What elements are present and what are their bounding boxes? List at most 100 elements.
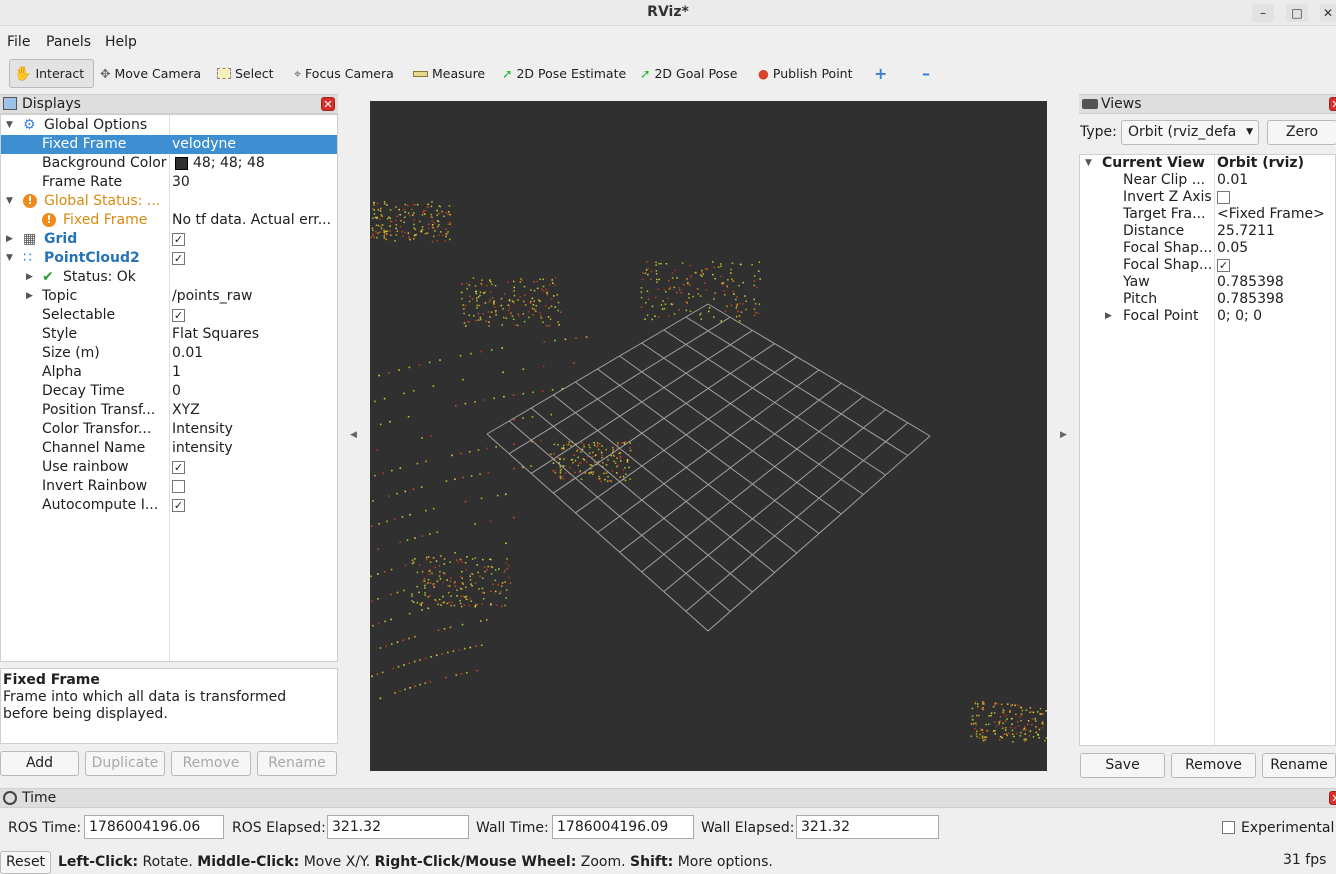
tree-row-grid[interactable]: ▶ ▦ Grid ✓ — [1, 230, 337, 249]
rename-button[interactable]: Rename — [257, 751, 337, 776]
view-value[interactable]: 0.785398 — [1217, 291, 1335, 308]
tree-row-autocompute[interactable]: Autocompute I... ✓ — [1, 496, 337, 515]
3d-viewport[interactable] — [370, 101, 1047, 771]
expand-arrow-icon[interactable]: ▼ — [6, 249, 13, 268]
view-value[interactable]: 0.05 — [1217, 240, 1335, 257]
use-rainbow-checkbox[interactable]: ✓ — [172, 461, 185, 474]
add-tool-button[interactable]: + — [870, 59, 891, 88]
view-row-yaw[interactable]: Yaw 0.785398 — [1080, 274, 1335, 291]
tree-row-channel-name[interactable]: Channel Name intensity — [1, 439, 337, 458]
tree-value[interactable]: Flat Squares — [172, 325, 337, 344]
view-row-focal-shape-size[interactable]: Focal Shap... 0.05 — [1080, 240, 1335, 257]
focus-camera-tool[interactable]: ⌖ Focus Camera — [290, 59, 398, 88]
rename-view-button[interactable]: Rename — [1262, 753, 1336, 778]
view-row-target-frame[interactable]: Target Fra... <Fixed Frame> — [1080, 206, 1335, 223]
tree-row-decay-time[interactable]: Decay Time 0 — [1, 382, 337, 401]
ros-elapsed-field[interactable]: 321.32 — [327, 815, 469, 839]
remove-button[interactable]: Remove — [171, 751, 251, 776]
publish-point-tool[interactable]: ● Publish Point — [754, 59, 857, 88]
view-value[interactable]: 25.7211 — [1217, 223, 1335, 240]
tree-row-background-color[interactable]: Background Color 48; 48; 48 — [1, 154, 337, 173]
view-value[interactable]: 0.01 — [1217, 172, 1335, 189]
wall-elapsed-field[interactable]: 321.32 — [796, 815, 939, 839]
tree-row-fixed-frame-status[interactable]: ! Fixed Frame No tf data. Actual err... — [1, 211, 337, 230]
interact-tool[interactable]: ✋ Interact — [9, 59, 94, 88]
menu-file[interactable]: File — [7, 34, 30, 50]
tree-row-global-options[interactable]: ▼ ⚙ Global Options — [1, 116, 337, 135]
reset-button[interactable]: Reset — [0, 851, 51, 874]
pose-estimate-tool[interactable]: ➚ 2D Pose Estimate — [498, 59, 630, 88]
view-value[interactable]: <Fixed Frame> — [1217, 206, 1335, 223]
tree-value[interactable]: intensity — [172, 439, 337, 458]
pointcloud-enabled-checkbox[interactable]: ✓ — [172, 252, 185, 265]
tree-value[interactable]: 0 — [172, 382, 337, 401]
view-value[interactable]: 0; 0; 0 — [1217, 308, 1335, 325]
tree-value[interactable]: /points_raw — [172, 287, 337, 306]
goal-pose-tool[interactable]: ➚ 2D Goal Pose — [636, 59, 741, 88]
left-splitter-arrow-icon[interactable]: ◀ — [350, 430, 357, 440]
expand-arrow-icon[interactable]: ▼ — [6, 116, 13, 135]
tree-value[interactable]: 30 — [172, 173, 337, 192]
remove-tool-button[interactable]: – — [918, 59, 934, 88]
zero-button[interactable]: Zero — [1267, 120, 1336, 145]
selectable-checkbox[interactable]: ✓ — [172, 309, 185, 322]
tree-value[interactable]: 1 — [172, 363, 337, 382]
view-row-near-clip[interactable]: Near Clip ... 0.01 — [1080, 172, 1335, 189]
invert-z-checkbox[interactable] — [1217, 191, 1230, 204]
tree-row-selectable[interactable]: Selectable ✓ — [1, 306, 337, 325]
tree-row-style[interactable]: Style Flat Squares — [1, 325, 337, 344]
tree-value[interactable]: 0.01 — [172, 344, 337, 363]
collapse-arrow-icon[interactable]: ▶ — [6, 230, 13, 249]
close-icon[interactable]: ✕ — [1320, 4, 1336, 22]
view-row-focal-shape-fixed[interactable]: Focal Shap... ✓ — [1080, 257, 1335, 274]
view-value[interactable]: 0.785398 — [1217, 274, 1335, 291]
save-view-button[interactable]: Save — [1080, 753, 1165, 778]
invert-rainbow-checkbox[interactable] — [172, 480, 185, 493]
view-row-invert-z[interactable]: Invert Z Axis — [1080, 189, 1335, 206]
collapse-arrow-icon[interactable]: ▶ — [26, 268, 33, 287]
collapse-arrow-icon[interactable]: ▶ — [26, 287, 33, 306]
autocompute-checkbox[interactable]: ✓ — [172, 499, 185, 512]
add-button[interactable]: Add — [0, 751, 79, 776]
move-camera-tool[interactable]: ✥ Move Camera — [96, 59, 205, 88]
select-tool[interactable]: Select — [213, 59, 278, 88]
focal-shape-checkbox[interactable]: ✓ — [1217, 259, 1230, 272]
menu-help[interactable]: Help — [105, 34, 137, 50]
close-icon[interactable]: ✕ — [1329, 791, 1336, 805]
tree-value[interactable]: Intensity — [172, 420, 337, 439]
tree-value[interactable]: XYZ — [172, 401, 337, 420]
tree-value[interactable]: velodyne — [172, 135, 337, 154]
tree-row-use-rainbow[interactable]: Use rainbow ✓ — [1, 458, 337, 477]
menu-panels[interactable]: Panels — [46, 34, 91, 50]
maximize-icon[interactable]: □ — [1286, 4, 1308, 22]
ros-time-field[interactable]: 1786004196.06 — [84, 815, 224, 839]
view-row-distance[interactable]: Distance 25.7211 — [1080, 223, 1335, 240]
duplicate-button[interactable]: Duplicate — [85, 751, 165, 776]
remove-view-button[interactable]: Remove — [1171, 753, 1256, 778]
collapse-arrow-icon[interactable]: ▶ — [1105, 308, 1112, 325]
wall-time-field[interactable]: 1786004196.09 — [552, 815, 694, 839]
tree-row-status-ok[interactable]: ▶ ✔ Status: Ok — [1, 268, 337, 287]
tree-value[interactable]: 48; 48; 48 — [193, 154, 337, 173]
tree-row-position-transformer[interactable]: Position Transf... XYZ — [1, 401, 337, 420]
tree-row-size[interactable]: Size (m) 0.01 — [1, 344, 337, 363]
expand-arrow-icon[interactable]: ▼ — [1085, 155, 1092, 172]
view-row-pitch[interactable]: Pitch 0.785398 — [1080, 291, 1335, 308]
tree-row-pointcloud2[interactable]: ▼ ∷ PointCloud2 ✓ — [1, 249, 337, 268]
experimental-checkbox[interactable] — [1222, 821, 1235, 834]
tree-row-alpha[interactable]: Alpha 1 — [1, 363, 337, 382]
tree-row-fixed-frame[interactable]: Fixed Frame velodyne — [1, 135, 337, 154]
close-icon[interactable]: ✕ — [321, 97, 335, 111]
measure-tool[interactable]: Measure — [409, 59, 489, 88]
tree-row-global-status[interactable]: ▼ ! Global Status: ... — [1, 192, 337, 211]
minimize-icon[interactable]: – — [1252, 4, 1274, 22]
right-splitter-arrow-icon[interactable]: ▶ — [1060, 430, 1067, 440]
expand-arrow-icon[interactable]: ▼ — [6, 192, 13, 211]
view-row-current[interactable]: ▼ Current View Orbit (rviz) — [1080, 155, 1335, 172]
view-type-select[interactable]: Orbit (rviz_default_plugins) ▼ — [1121, 120, 1259, 145]
displays-tree[interactable]: ▼ ⚙ Global Options Fixed Frame velodyne … — [0, 114, 338, 662]
grid-enabled-checkbox[interactable]: ✓ — [172, 233, 185, 246]
tree-row-color-transformer[interactable]: Color Transfor... Intensity — [1, 420, 337, 439]
color-swatch[interactable] — [175, 157, 188, 170]
close-icon[interactable]: ✕ — [1329, 97, 1336, 111]
